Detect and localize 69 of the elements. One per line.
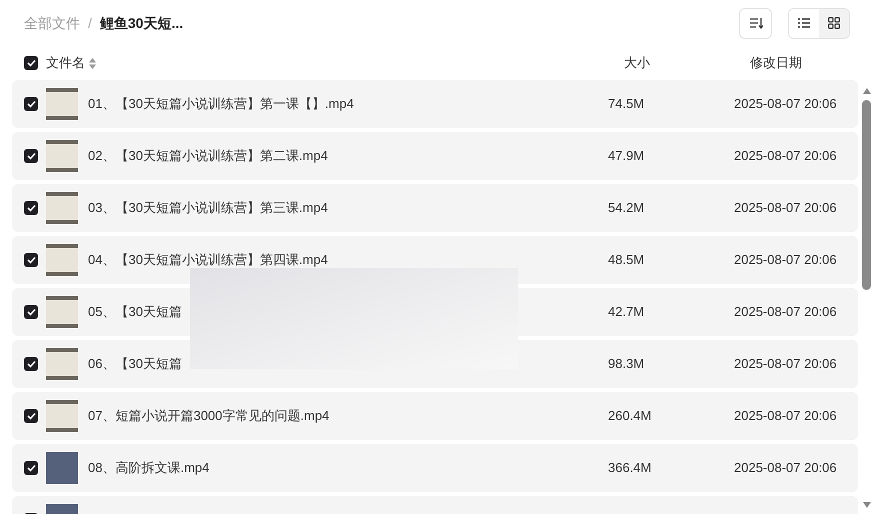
file-name[interactable]: 01、【30天短篇小说训练营】第一课【】.mp4 <box>88 94 354 114</box>
sort-button[interactable] <box>739 8 772 38</box>
file-size: 74.5M <box>608 95 646 114</box>
checkbox[interactable] <box>24 253 38 267</box>
file-size: 260.4M <box>608 407 652 426</box>
file-name[interactable]: 07、短篇小说开篇3000字常见的问题.mp4 <box>88 406 330 426</box>
file-row[interactable]: 07、短篇小说开篇3000字常见的问题.mp4 260.4M 2025-08-07 20:06 <box>12 392 858 440</box>
check-icon <box>26 59 36 67</box>
checkbox[interactable] <box>24 201 38 215</box>
scrollbar-thumb[interactable] <box>862 100 871 290</box>
check-icon <box>26 152 36 160</box>
scroll-down-icon[interactable] <box>862 502 870 508</box>
file-name[interactable]: 04、【30天短篇小说训练营】第四课.mp4 <box>88 250 328 270</box>
file-size: 42.7M <box>608 303 646 322</box>
file-name[interactable]: 05、【30天短篇 <box>88 302 182 322</box>
file-row[interactable]: 01、【30天短篇小说训练营】第一课【】.mp4 74.5M 2025-08-07 20:06 <box>12 80 858 128</box>
video-thumbnail <box>46 400 78 432</box>
checkbox[interactable] <box>24 97 38 111</box>
sort-icon <box>748 17 762 29</box>
date-column-header[interactable]: 修改日期 <box>750 53 874 73</box>
name-column-header[interactable]: 文件名 <box>46 53 85 73</box>
checkbox[interactable] <box>24 461 38 475</box>
file-name[interactable]: 02、【30天短篇小说训练营】第二课.mp4 <box>88 146 328 166</box>
breadcrumb-item[interactable]: 鲤鱼30天短... <box>100 12 184 34</box>
video-thumbnail <box>46 452 78 484</box>
modified-date: 2025-08-07 20:06 <box>734 95 838 114</box>
video-thumbnail <box>46 192 78 224</box>
list-icon <box>798 18 810 28</box>
grid-view-button[interactable] <box>819 8 849 38</box>
grid-icon <box>828 17 840 29</box>
video-thumbnail <box>46 244 78 276</box>
file-size: 47.9M <box>608 147 646 166</box>
file-size: 48.5M <box>608 251 646 270</box>
check-icon <box>26 308 36 316</box>
checkbox[interactable] <box>24 56 38 70</box>
file-name[interactable]: 03、【30天短篇小说训练营】第三课.mp4 <box>88 198 328 218</box>
check-icon <box>26 256 36 264</box>
video-thumbnail <box>46 348 78 380</box>
modified-date: 2025-08-07 20:06 <box>734 147 838 166</box>
sort-icon[interactable] <box>89 58 96 68</box>
file-size: 98.3M <box>608 355 646 374</box>
file-size: 54.2M <box>608 199 646 218</box>
video-thumbnail <box>46 140 78 172</box>
checkbox[interactable] <box>24 409 38 423</box>
checkbox[interactable] <box>24 357 38 371</box>
modified-date: 2025-08-07 20:06 <box>734 407 838 426</box>
modified-date: 2025-08-07 20:06 <box>734 199 838 218</box>
check-icon <box>26 100 36 108</box>
check-icon <box>26 204 36 212</box>
size-column-header[interactable]: 大小 <box>624 53 750 73</box>
file-row[interactable]: 08、高阶拆文课.mp4 366.4M 2025-08-07 20:06 <box>12 444 858 492</box>
check-icon <box>26 464 36 472</box>
check-icon <box>26 360 36 368</box>
modified-date: 2025-08-07 20:06 <box>734 355 838 374</box>
check-icon <box>26 412 36 420</box>
file-name[interactable]: 06、【30天短篇 <box>88 354 182 374</box>
file-size: 366.4M <box>608 459 652 478</box>
modified-date: 2025-08-07 20:06 <box>734 459 838 478</box>
file-row[interactable]: 02、【30天短篇小说训练营】第二课.mp4 47.9M 2025-08-07 20:06 <box>12 132 858 180</box>
video-thumbnail <box>46 296 78 328</box>
modified-date: 2025-08-07 20:06 <box>734 303 838 322</box>
breadcrumb-separator: / <box>88 14 92 32</box>
file-row[interactable]: 03、【30天短篇小说训练营】第三课.mp4 54.2M 2025-08-07 20:06 <box>12 184 858 232</box>
video-thumbnail <box>46 88 78 120</box>
modified-date: 2025-08-07 20:06 <box>734 251 838 270</box>
scroll-up-icon[interactable] <box>862 88 870 94</box>
checkbox[interactable] <box>24 305 38 319</box>
file-name[interactable]: 08、高阶拆文课.mp4 <box>88 458 210 478</box>
checkbox[interactable] <box>24 149 38 163</box>
